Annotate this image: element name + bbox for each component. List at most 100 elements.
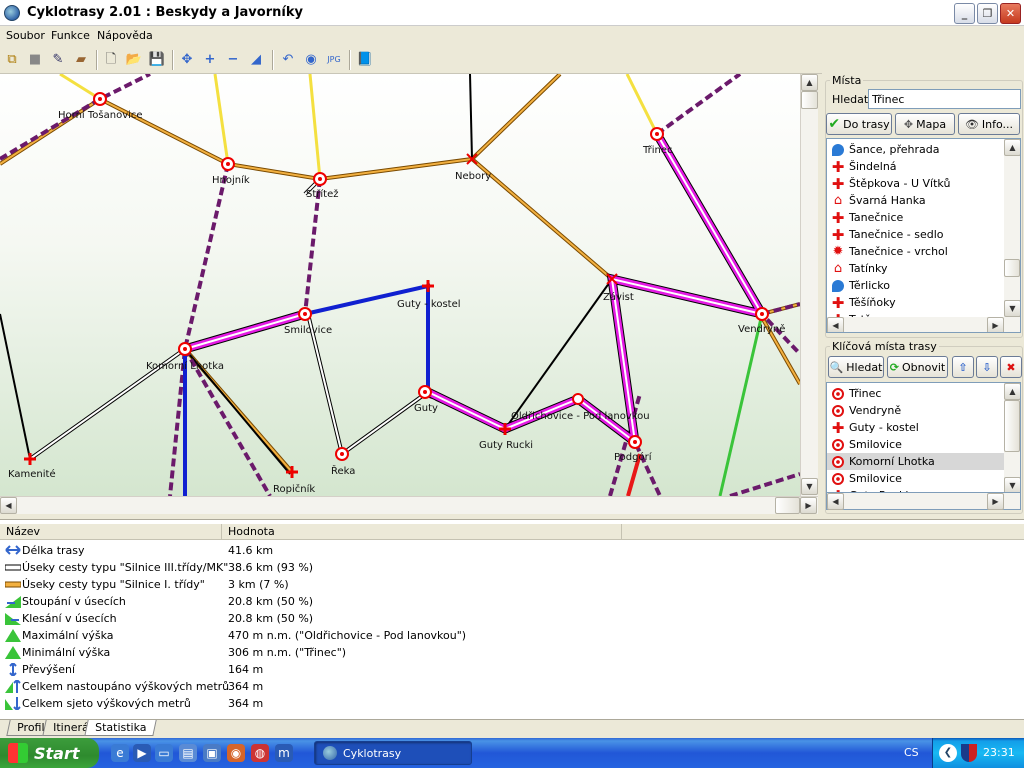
minimize-button[interactable]: _ <box>954 3 975 24</box>
scroll-right-icon[interactable]: ▶ <box>987 317 1004 332</box>
zoom-in-icon[interactable]: + <box>201 51 219 69</box>
stat-row[interactable]: Úseky cesty typu "Silnice I. třídy" 3 km … <box>0 576 1024 593</box>
place-item[interactable]: ✚ Šindelná <box>827 158 1005 175</box>
move-icon[interactable]: ✥ <box>178 51 196 69</box>
undo-icon[interactable]: ↶ <box>279 51 297 69</box>
stat-row[interactable]: Minimální výška 306 m n.m. ("Třinec") <box>0 644 1024 661</box>
delete-button[interactable]: ✖ <box>1000 356 1022 378</box>
scroll-thumb[interactable] <box>1004 400 1020 452</box>
place-item[interactable]: ⌂ Švarná Hanka <box>827 192 1005 209</box>
scroll-left-icon[interactable]: ◀ <box>827 317 844 332</box>
language-indicator[interactable]: CS <box>904 746 919 759</box>
place-item[interactable]: ✚ Štěpkova - U Vítků <box>827 175 1005 192</box>
add-to-route-button[interactable]: ✔ Do trasy <box>826 113 892 135</box>
maximize-button[interactable]: ❐ <box>977 3 998 24</box>
place-item[interactable]: Těrlicko <box>827 277 1005 294</box>
stat-row[interactable]: Maximální výška 470 m n.m. ("Oldřichovice… <box>0 627 1024 644</box>
open-folder-icon[interactable]: 📂 <box>125 51 143 69</box>
stat-row[interactable]: Klesání v úsecích 20.8 km (50 %) <box>0 610 1024 627</box>
terrain-icon[interactable]: ◢ <box>247 51 265 69</box>
stat-row[interactable]: Délka trasy 41.6 km <box>0 542 1024 559</box>
place-item[interactable]: ✹ Tanečnice - vrchol <box>827 243 1005 260</box>
map-button[interactable]: ✥ Mapa <box>895 113 955 135</box>
scroll-thumb[interactable] <box>1004 259 1020 277</box>
map-view[interactable]: Horní Tošanovice Hnojník Střítež Nebory … <box>0 74 800 496</box>
keypoint-item[interactable]: Smilovice <box>827 470 1005 487</box>
title-bar: Cyklotrasy 2.01 : Beskydy a Javorníky _ … <box>0 0 1024 26</box>
scroll-up-icon[interactable]: ▲ <box>1004 383 1020 400</box>
help-book-icon[interactable]: 📘 <box>356 51 374 69</box>
keypoints-list[interactable]: Třinec Vendryně ✚ Guty - kostel Smilovice Kom… <box>826 382 1021 493</box>
place-item[interactable]: ✚ Těšíňoky <box>827 294 1005 311</box>
scroll-left-icon[interactable]: ◀ <box>827 493 844 510</box>
tab-statistika[interactable]: Statistika <box>84 720 158 736</box>
taskbar-item-cyklotrasy[interactable]: Cyklotrasy <box>314 741 472 765</box>
start-button[interactable]: Start <box>0 738 99 768</box>
place-item[interactable]: ⌂ Tatínky <box>827 260 1005 277</box>
places-list-hscrollbar[interactable]: ◀ ▶ <box>827 317 1020 332</box>
zoom-out-icon[interactable]: − <box>224 51 242 69</box>
keypoint-item[interactable]: ✚ Guty - kostel <box>827 419 1005 436</box>
cross-icon: ✚ <box>831 225 845 244</box>
media-player-icon[interactable]: ▶ <box>133 744 151 762</box>
map-vertical-scrollbar[interactable]: ▲ ▼ <box>800 74 818 496</box>
folder-icon[interactable]: ▤ <box>179 744 197 762</box>
stop-icon[interactable]: ■ <box>26 51 44 69</box>
stat-row[interactable]: Celkem sjeto výškových metrů 364 m <box>0 695 1024 712</box>
close-button[interactable]: ✕ <box>1000 3 1021 24</box>
scroll-up-icon[interactable]: ▲ <box>801 74 818 91</box>
stat-row[interactable]: Úseky cesty typu "Silnice III.třídy/MK" 3… <box>0 559 1024 576</box>
desktop-icon[interactable]: ▭ <box>155 744 173 762</box>
keypoint-item[interactable]: Smilovice <box>827 436 1005 453</box>
shield-icon[interactable] <box>961 744 977 762</box>
search-input[interactable] <box>868 89 1021 109</box>
book-icon[interactable]: ▰ <box>72 51 90 69</box>
scroll-right-icon[interactable]: ▶ <box>800 497 817 514</box>
places-list-scrollbar[interactable]: ▲ ▼ <box>1004 139 1020 317</box>
app-quicklaunch-icon[interactable]: ◍ <box>251 744 269 762</box>
places-list[interactable]: Šance, přehrada ✚ Šindelná ✚ Štěpkova - U Ví… <box>826 138 1021 333</box>
scroll-down-icon[interactable]: ▼ <box>1004 477 1020 492</box>
move-up-button[interactable]: ⇧ <box>952 356 974 378</box>
network-icon[interactable]: ▣ <box>203 744 221 762</box>
refresh-button[interactable]: ⟳ Obnovit <box>887 356 948 378</box>
scroll-thumb[interactable] <box>775 497 800 514</box>
stat-row[interactable]: Stoupání v úsecích 20.8 km (50 %) <box>0 593 1024 610</box>
record-icon[interactable]: ◉ <box>302 51 320 69</box>
menu-soubor[interactable]: Soubor <box>6 29 45 42</box>
save-icon[interactable]: 💾 <box>148 51 166 69</box>
keypoints-list-hscrollbar[interactable]: ◀ ▶ <box>826 493 1021 510</box>
place-item[interactable]: ✚ Tanečnice <box>827 209 1005 226</box>
keypoints-search-button[interactable]: 🔍 Hledat <box>828 356 884 378</box>
tray-expand-icon[interactable]: ❮ <box>939 744 957 762</box>
jpeg-export-icon[interactable]: JPG <box>325 51 343 69</box>
keypoint-item[interactable]: Vendryně <box>827 402 1005 419</box>
info-button[interactable]: 👁 Info... <box>958 113 1020 135</box>
firefox-icon[interactable]: ◉ <box>227 744 245 762</box>
pencil-icon[interactable]: ✎ <box>49 51 67 69</box>
stat-row[interactable]: Celkem nastoupáno výškových metrů 364 m <box>0 678 1024 695</box>
map-horizontal-scrollbar[interactable]: ◀ ▶ <box>0 496 818 514</box>
keypoint-item[interactable]: Třinec <box>827 385 1005 402</box>
stat-row[interactable]: Převýšení 164 m <box>0 661 1024 678</box>
keypoint-item[interactable]: Komorní Lhotka <box>827 453 1005 470</box>
ie-icon[interactable]: e <box>111 744 129 762</box>
move-down-button[interactable]: ⇩ <box>976 356 998 378</box>
keypoints-list-scrollbar[interactable]: ▲ ▼ <box>1004 383 1020 492</box>
menu-napoveda[interactable]: Nápověda <box>97 29 153 42</box>
place-item[interactable]: Šance, přehrada <box>827 141 1005 158</box>
new-file-icon[interactable]: 🗋 <box>102 51 120 69</box>
map-canvas[interactable]: Horní Tošanovice Hnojník Střítež Nebory … <box>0 74 800 496</box>
messenger-icon[interactable]: m <box>275 744 293 762</box>
scroll-thumb[interactable] <box>801 91 818 109</box>
scroll-up-icon[interactable]: ▲ <box>1004 139 1020 156</box>
scroll-down-icon[interactable]: ▼ <box>801 478 818 495</box>
place-item[interactable]: ✚ Tanečnice - sedlo <box>827 226 1005 243</box>
copy-icon[interactable]: ⧉ <box>3 51 21 69</box>
scroll-down-icon[interactable]: ▼ <box>1004 300 1020 317</box>
menu-funkce[interactable]: Funkce <box>51 29 90 42</box>
scroll-left-icon[interactable]: ◀ <box>0 497 17 514</box>
column-header-value[interactable]: Hodnota <box>222 524 622 540</box>
column-header-name[interactable]: Název <box>0 524 222 540</box>
scroll-right-icon[interactable]: ▶ <box>987 493 1004 510</box>
